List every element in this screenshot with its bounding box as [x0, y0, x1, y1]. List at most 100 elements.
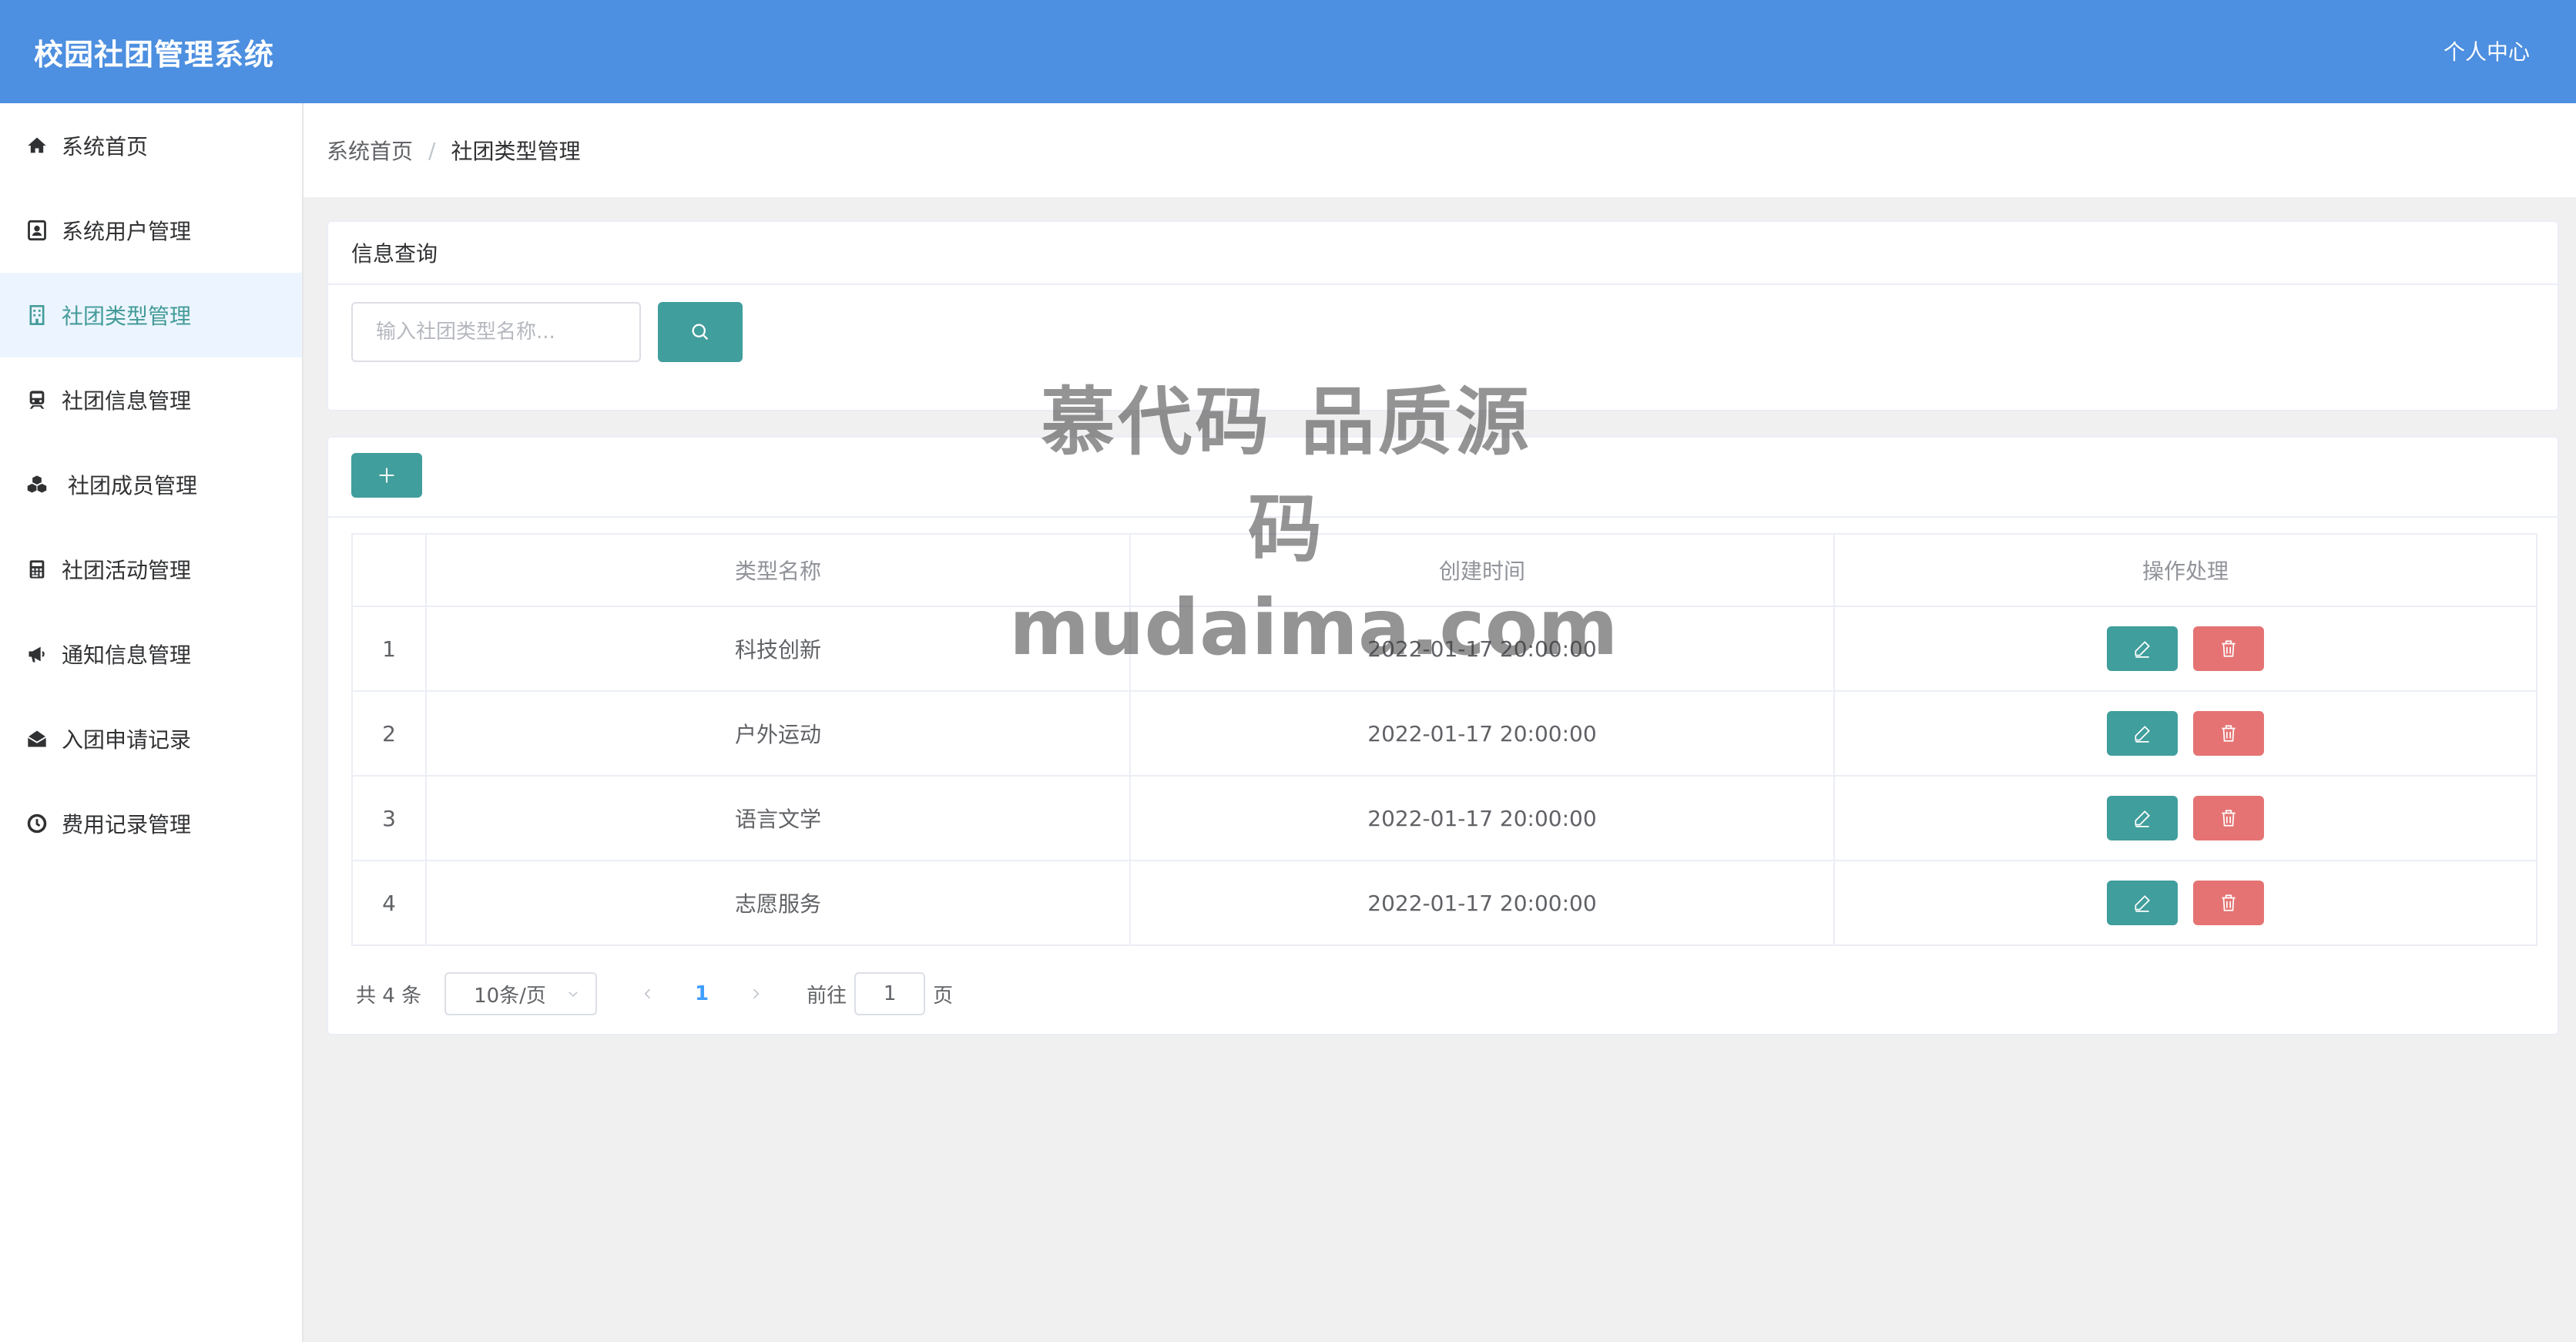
user-card-icon [26, 220, 48, 241]
sidebar-item-club-members[interactable]: 社团成员管理 [0, 442, 302, 527]
table-row: 2 户外运动 2022-01-17 20:00:00 [351, 690, 2537, 777]
query-panel-title: 信息查询 [351, 241, 438, 267]
sidebar-item-label: 系统用户管理 [62, 219, 192, 244]
sidebar-item-club-info[interactable]: 社团信息管理 [0, 357, 302, 442]
row-type-name: 志愿服务 [425, 860, 1131, 946]
sidebar-item-label: 社团类型管理 [62, 304, 192, 329]
page-number[interactable]: 1 [671, 982, 733, 1005]
sidebar-item-label: 入团申请记录 [62, 727, 192, 753]
column-header-name: 类型名称 [425, 533, 1131, 607]
trash-icon [2219, 723, 2239, 743]
edit-button[interactable] [2107, 626, 2178, 671]
sidebar-item-club-activities[interactable]: 社团活动管理 [0, 527, 302, 612]
panel-divider [328, 516, 2558, 518]
sidebar-item-label: 社团成员管理 [68, 473, 198, 498]
table-row: 4 志愿服务 2022-01-17 20:00:00 [351, 860, 2537, 946]
club-type-table: 类型名称 创建时间 操作处理 1 科技创新 2022-01-17 20:00:0… [351, 533, 2537, 946]
chevron-right-icon [753, 988, 760, 998]
row-created-time: 2022-01-17 20:00:00 [1129, 775, 1835, 861]
goto-label: 前往 [807, 984, 847, 1008]
row-type-name: 语言文学 [425, 775, 1131, 861]
add-button[interactable] [351, 453, 422, 498]
search-icon [689, 321, 711, 343]
query-panel: 信息查询 [327, 220, 2559, 411]
table-row: 3 语言文学 2022-01-17 20:00:00 [351, 775, 2537, 861]
delete-button[interactable] [2193, 711, 2264, 756]
sidebar-item-label: 社团信息管理 [62, 388, 192, 414]
calculator-icon [26, 559, 48, 580]
next-page-button[interactable] [733, 981, 779, 1008]
search-input[interactable] [351, 302, 641, 362]
sidebar: 系统首页 系统用户管理 社团类型管理 社团信息管理 社团成员管理 社团活动管理 [0, 103, 304, 1342]
sidebar-item-notices[interactable]: 通知信息管理 [0, 612, 302, 696]
delete-button[interactable] [2193, 796, 2264, 840]
breadcrumb-current: 社团类型管理 [451, 139, 581, 164]
row-created-time: 2022-01-17 20:00:00 [1129, 860, 1835, 946]
trash-icon [2219, 639, 2239, 659]
breadcrumb-separator: / [428, 137, 436, 163]
sidebar-item-home[interactable]: 系统首页 [0, 103, 302, 188]
pagination-total: 共 4 条 [356, 984, 422, 1008]
train-icon [26, 389, 48, 411]
edit-icon [2132, 808, 2152, 828]
goto-page-input[interactable] [854, 972, 926, 1015]
sidebar-item-label: 社团活动管理 [62, 558, 192, 583]
sidebar-item-label: 通知信息管理 [62, 642, 192, 668]
app-title: 校园社团管理系统 [34, 38, 275, 72]
row-index: 3 [351, 775, 427, 861]
sidebar-item-club-types[interactable]: 社团类型管理 [0, 273, 302, 357]
row-type-name: 户外运动 [425, 690, 1131, 777]
row-index: 4 [351, 860, 427, 946]
envelope-open-icon [26, 728, 48, 750]
plus-icon [376, 465, 397, 486]
top-header: 校园社团管理系统 个人中心 [0, 0, 2576, 103]
row-type-name: 科技创新 [425, 606, 1131, 692]
clock-icon [26, 813, 48, 834]
pagination: 共 4 条 10条/页 1 前往 页 [356, 972, 953, 1015]
edit-icon [2132, 893, 2152, 913]
table-row: 1 科技创新 2022-01-17 20:00:00 [351, 606, 2537, 692]
row-created-time: 2022-01-17 20:00:00 [1129, 690, 1835, 777]
megaphone-icon [26, 643, 48, 665]
table-header-row: 类型名称 创建时间 操作处理 [351, 533, 2537, 607]
edit-icon [2132, 723, 2152, 743]
delete-button[interactable] [2193, 626, 2264, 671]
row-index: 1 [351, 606, 427, 692]
sidebar-item-label: 费用记录管理 [62, 812, 192, 837]
edit-icon [2132, 639, 2152, 659]
chevron-left-icon [644, 988, 651, 998]
edit-button[interactable] [2107, 881, 2178, 925]
row-index: 2 [351, 690, 427, 777]
column-header-index [351, 533, 427, 607]
column-header-created: 创建时间 [1129, 533, 1835, 607]
column-header-actions: 操作处理 [1833, 533, 2537, 607]
sidebar-item-label: 系统首页 [62, 134, 149, 159]
page-size-value: 10条/页 [474, 984, 546, 1008]
row-actions [1833, 690, 2537, 777]
chevron-down-icon [566, 987, 580, 1001]
edit-button[interactable] [2107, 711, 2178, 756]
data-panel: 类型名称 创建时间 操作处理 1 科技创新 2022-01-17 20:00:0… [327, 436, 2559, 1035]
row-created-time: 2022-01-17 20:00:00 [1129, 606, 1835, 692]
breadcrumb: 系统首页 / 社团类型管理 [304, 103, 2576, 197]
breadcrumb-home[interactable]: 系统首页 [327, 135, 413, 166]
row-actions [1833, 775, 2537, 861]
query-panel-header: 信息查询 [328, 222, 2558, 285]
page-size-select[interactable]: 10条/页 [444, 972, 598, 1015]
edit-button[interactable] [2107, 796, 2178, 840]
user-center-link[interactable]: 个人中心 [2444, 35, 2530, 66]
row-actions [1833, 860, 2537, 946]
cubes-icon [26, 474, 48, 495]
prev-page-button[interactable] [625, 981, 671, 1008]
sidebar-item-fees[interactable]: 费用记录管理 [0, 781, 302, 866]
trash-icon [2219, 808, 2239, 828]
home-icon [26, 135, 48, 156]
delete-button[interactable] [2193, 881, 2264, 925]
sidebar-item-applications[interactable]: 入团申请记录 [0, 696, 302, 781]
sidebar-item-users[interactable]: 系统用户管理 [0, 188, 302, 273]
page-unit-label: 页 [933, 984, 954, 1008]
building-icon [26, 304, 48, 326]
row-actions [1833, 606, 2537, 692]
trash-icon [2219, 893, 2239, 913]
search-button[interactable] [658, 302, 743, 362]
